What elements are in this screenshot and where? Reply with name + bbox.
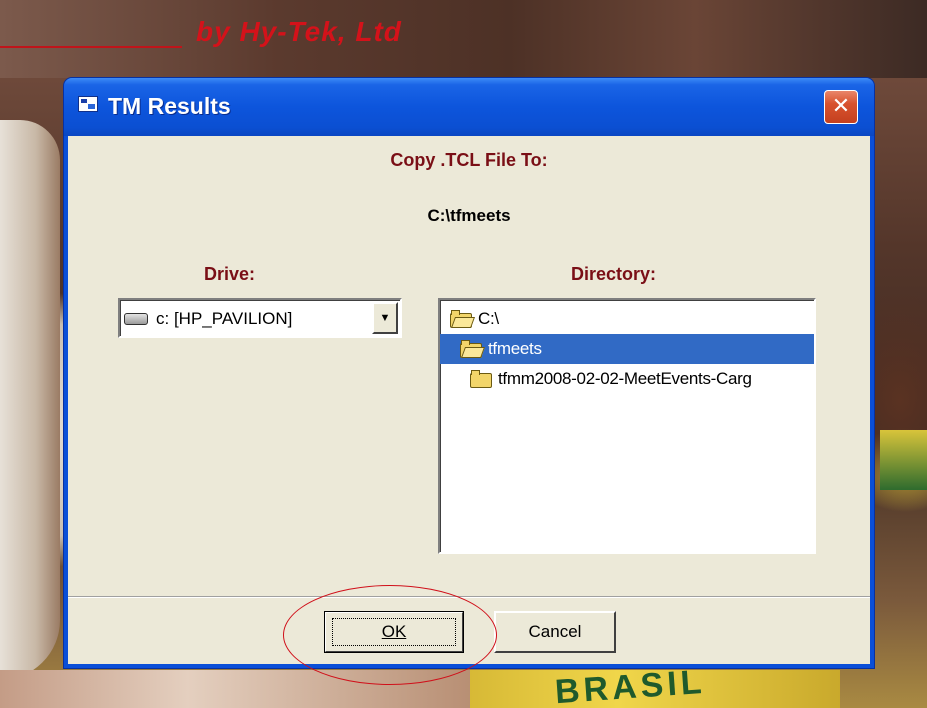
tm-results-dialog: TM Results ✕ Copy .TCL File To: C:\tfmee… bbox=[64, 78, 874, 668]
folder-open-icon bbox=[460, 340, 486, 358]
button-separator bbox=[68, 596, 870, 598]
directory-item-tfmeets[interactable]: tfmeets bbox=[440, 334, 814, 364]
background-right-jersey bbox=[880, 430, 927, 490]
folder-open-icon bbox=[450, 310, 476, 328]
app-window-icon bbox=[78, 96, 98, 112]
directory-item-root[interactable]: C:\ bbox=[440, 304, 814, 334]
drive-dropdown-button[interactable]: ▼ bbox=[372, 302, 398, 334]
red-rule bbox=[0, 46, 182, 48]
ok-button-label: OK bbox=[381, 622, 407, 641]
ok-button[interactable]: OK bbox=[324, 611, 464, 653]
folder-icon bbox=[470, 370, 494, 388]
directory-item-label: tfmm2008-02-02-MeetEvents-Carg bbox=[498, 369, 752, 388]
background-bottom-left bbox=[0, 670, 470, 708]
cancel-button-label: Cancel bbox=[528, 622, 582, 641]
hard-drive-icon bbox=[124, 313, 148, 325]
drive-select-value: c: [HP_PAVILION] bbox=[156, 309, 293, 328]
close-icon: ✕ bbox=[831, 94, 851, 119]
drive-label: Drive: bbox=[204, 264, 256, 284]
dialog-heading: Copy .TCL File To: bbox=[390, 150, 548, 170]
directory-item-label: C:\ bbox=[478, 309, 499, 328]
directory-list[interactable]: C:\ tfmeets tfmm2008-02-02-MeetEvents-Ca… bbox=[438, 298, 816, 554]
current-path: C:\tfmeets bbox=[427, 206, 511, 225]
byline-logo: by Hy-Tek, Ltd bbox=[196, 16, 402, 47]
close-button[interactable]: ✕ bbox=[824, 90, 858, 124]
directory-item-label: tfmeets bbox=[488, 339, 542, 358]
directory-label: Directory: bbox=[571, 264, 657, 284]
dialog-body: Copy .TCL File To: C:\tfmeets Drive: Dir… bbox=[68, 136, 870, 664]
cancel-button[interactable]: Cancel bbox=[494, 611, 616, 653]
directory-item-subfolder[interactable]: tfmm2008-02-02-MeetEvents-Carg bbox=[440, 364, 814, 394]
background-top-band bbox=[0, 0, 927, 78]
background-athlete-arm bbox=[0, 120, 60, 680]
title-bar[interactable]: TM Results ✕ bbox=[64, 78, 874, 136]
chevron-down-icon: ▼ bbox=[379, 311, 391, 324]
drive-select[interactable]: c: [HP_PAVILION] ▼ bbox=[118, 298, 402, 338]
window-title: TM Results bbox=[108, 93, 231, 119]
